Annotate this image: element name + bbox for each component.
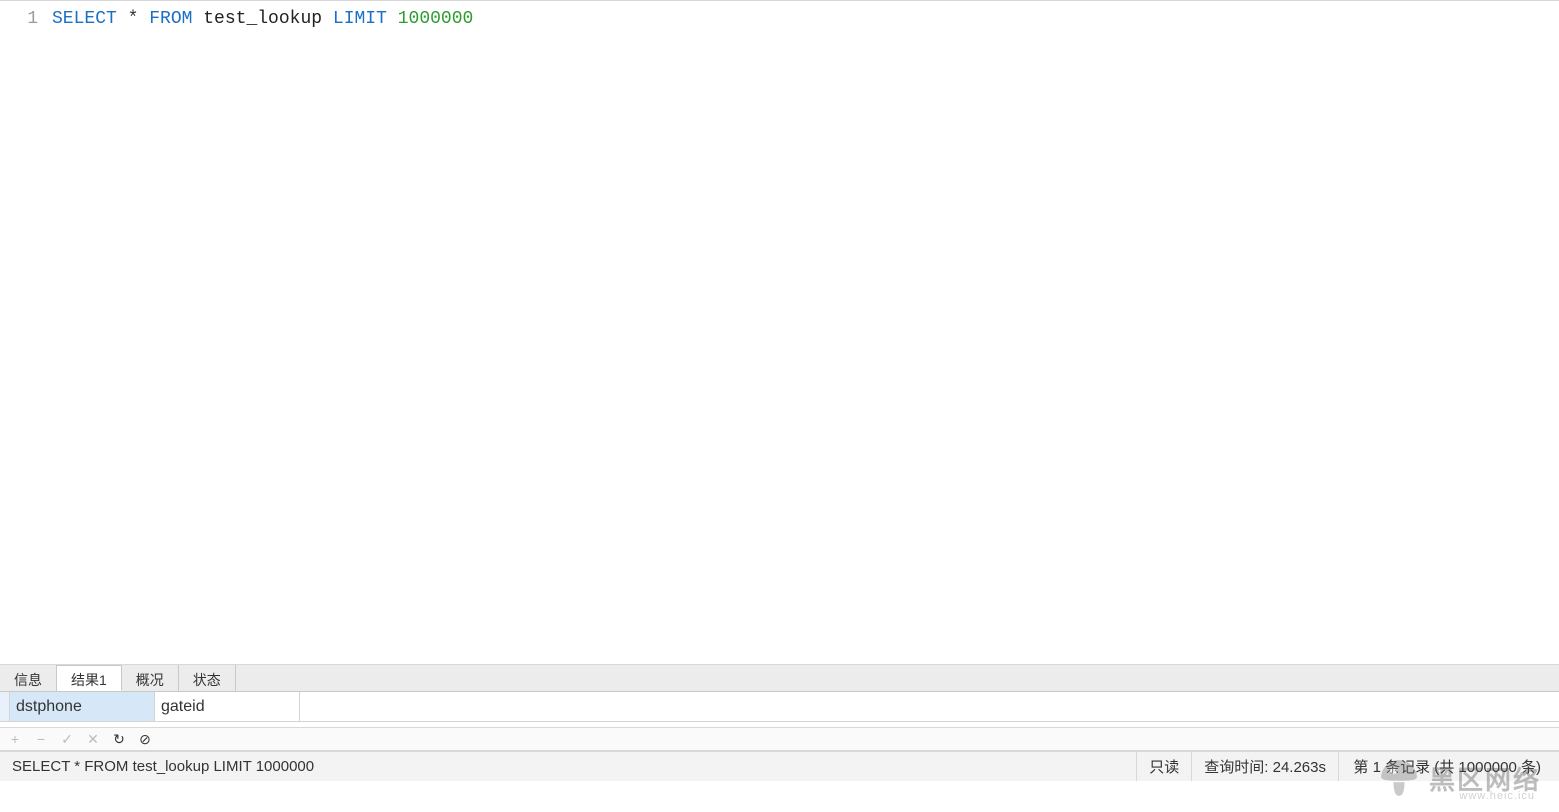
row-actions-toolbar: +−✓ ✕ ↻ ⊘ — [0, 727, 1559, 751]
sql-token: 1000000 — [398, 9, 474, 29]
watermark-sub: www.heic.icu — [1459, 790, 1535, 802]
column-header-gateid[interactable]: gateid — [155, 692, 300, 721]
app-root: 1 SELECT * FROM test_lookup LIMIT 100000… — [0, 0, 1559, 812]
add-row-icon: + — [8, 732, 22, 746]
line-gutter: 1 — [0, 1, 48, 664]
delete-row-icon: − — [34, 732, 48, 746]
result-grid-header: dstphonegateid — [0, 692, 1559, 722]
status-bar: SELECT * FROM test_lookup LIMIT 1000000 … — [0, 751, 1559, 781]
sql-token — [322, 9, 333, 29]
tab-信息[interactable]: 信息 — [0, 665, 57, 691]
refresh-icon[interactable]: ↻ — [112, 732, 126, 746]
sql-code-area[interactable]: SELECT * FROM test_lookup LIMIT 1000000 — [48, 1, 1559, 664]
sql-token: test_lookup — [203, 9, 322, 29]
row-selector-stub[interactable] — [0, 692, 10, 721]
status-query-time: 查询时间: 24.263s — [1192, 752, 1339, 781]
sql-editor[interactable]: 1 SELECT * FROM test_lookup LIMIT 100000… — [0, 0, 1559, 665]
tab-结果1[interactable]: 结果1 — [57, 665, 122, 691]
status-query: SELECT * FROM test_lookup LIMIT 1000000 — [0, 752, 1137, 781]
status-readonly: 只读 — [1137, 752, 1192, 781]
column-headers: dstphonegateid — [10, 692, 300, 721]
apply-icon: ✓ — [60, 732, 74, 746]
sql-token: SELECT — [52, 9, 117, 29]
sql-token — [192, 9, 203, 29]
sql-token: * — [117, 9, 149, 29]
cancel-icon: ✕ — [86, 732, 100, 746]
line-number: 1 — [0, 7, 38, 31]
sql-token — [387, 9, 398, 29]
column-header-dstphone[interactable]: dstphone — [10, 692, 155, 721]
sql-token: LIMIT — [333, 9, 387, 29]
tab-概况[interactable]: 概况 — [122, 665, 179, 691]
status-record-count: 第 1 条记录 (共 1000000 条) — [1339, 752, 1559, 781]
sql-token: FROM — [149, 9, 192, 29]
tab-状态[interactable]: 状态 — [179, 665, 236, 691]
result-tabs: 信息结果1概况状态 — [0, 665, 1559, 692]
stop-icon[interactable]: ⊘ — [138, 732, 152, 746]
